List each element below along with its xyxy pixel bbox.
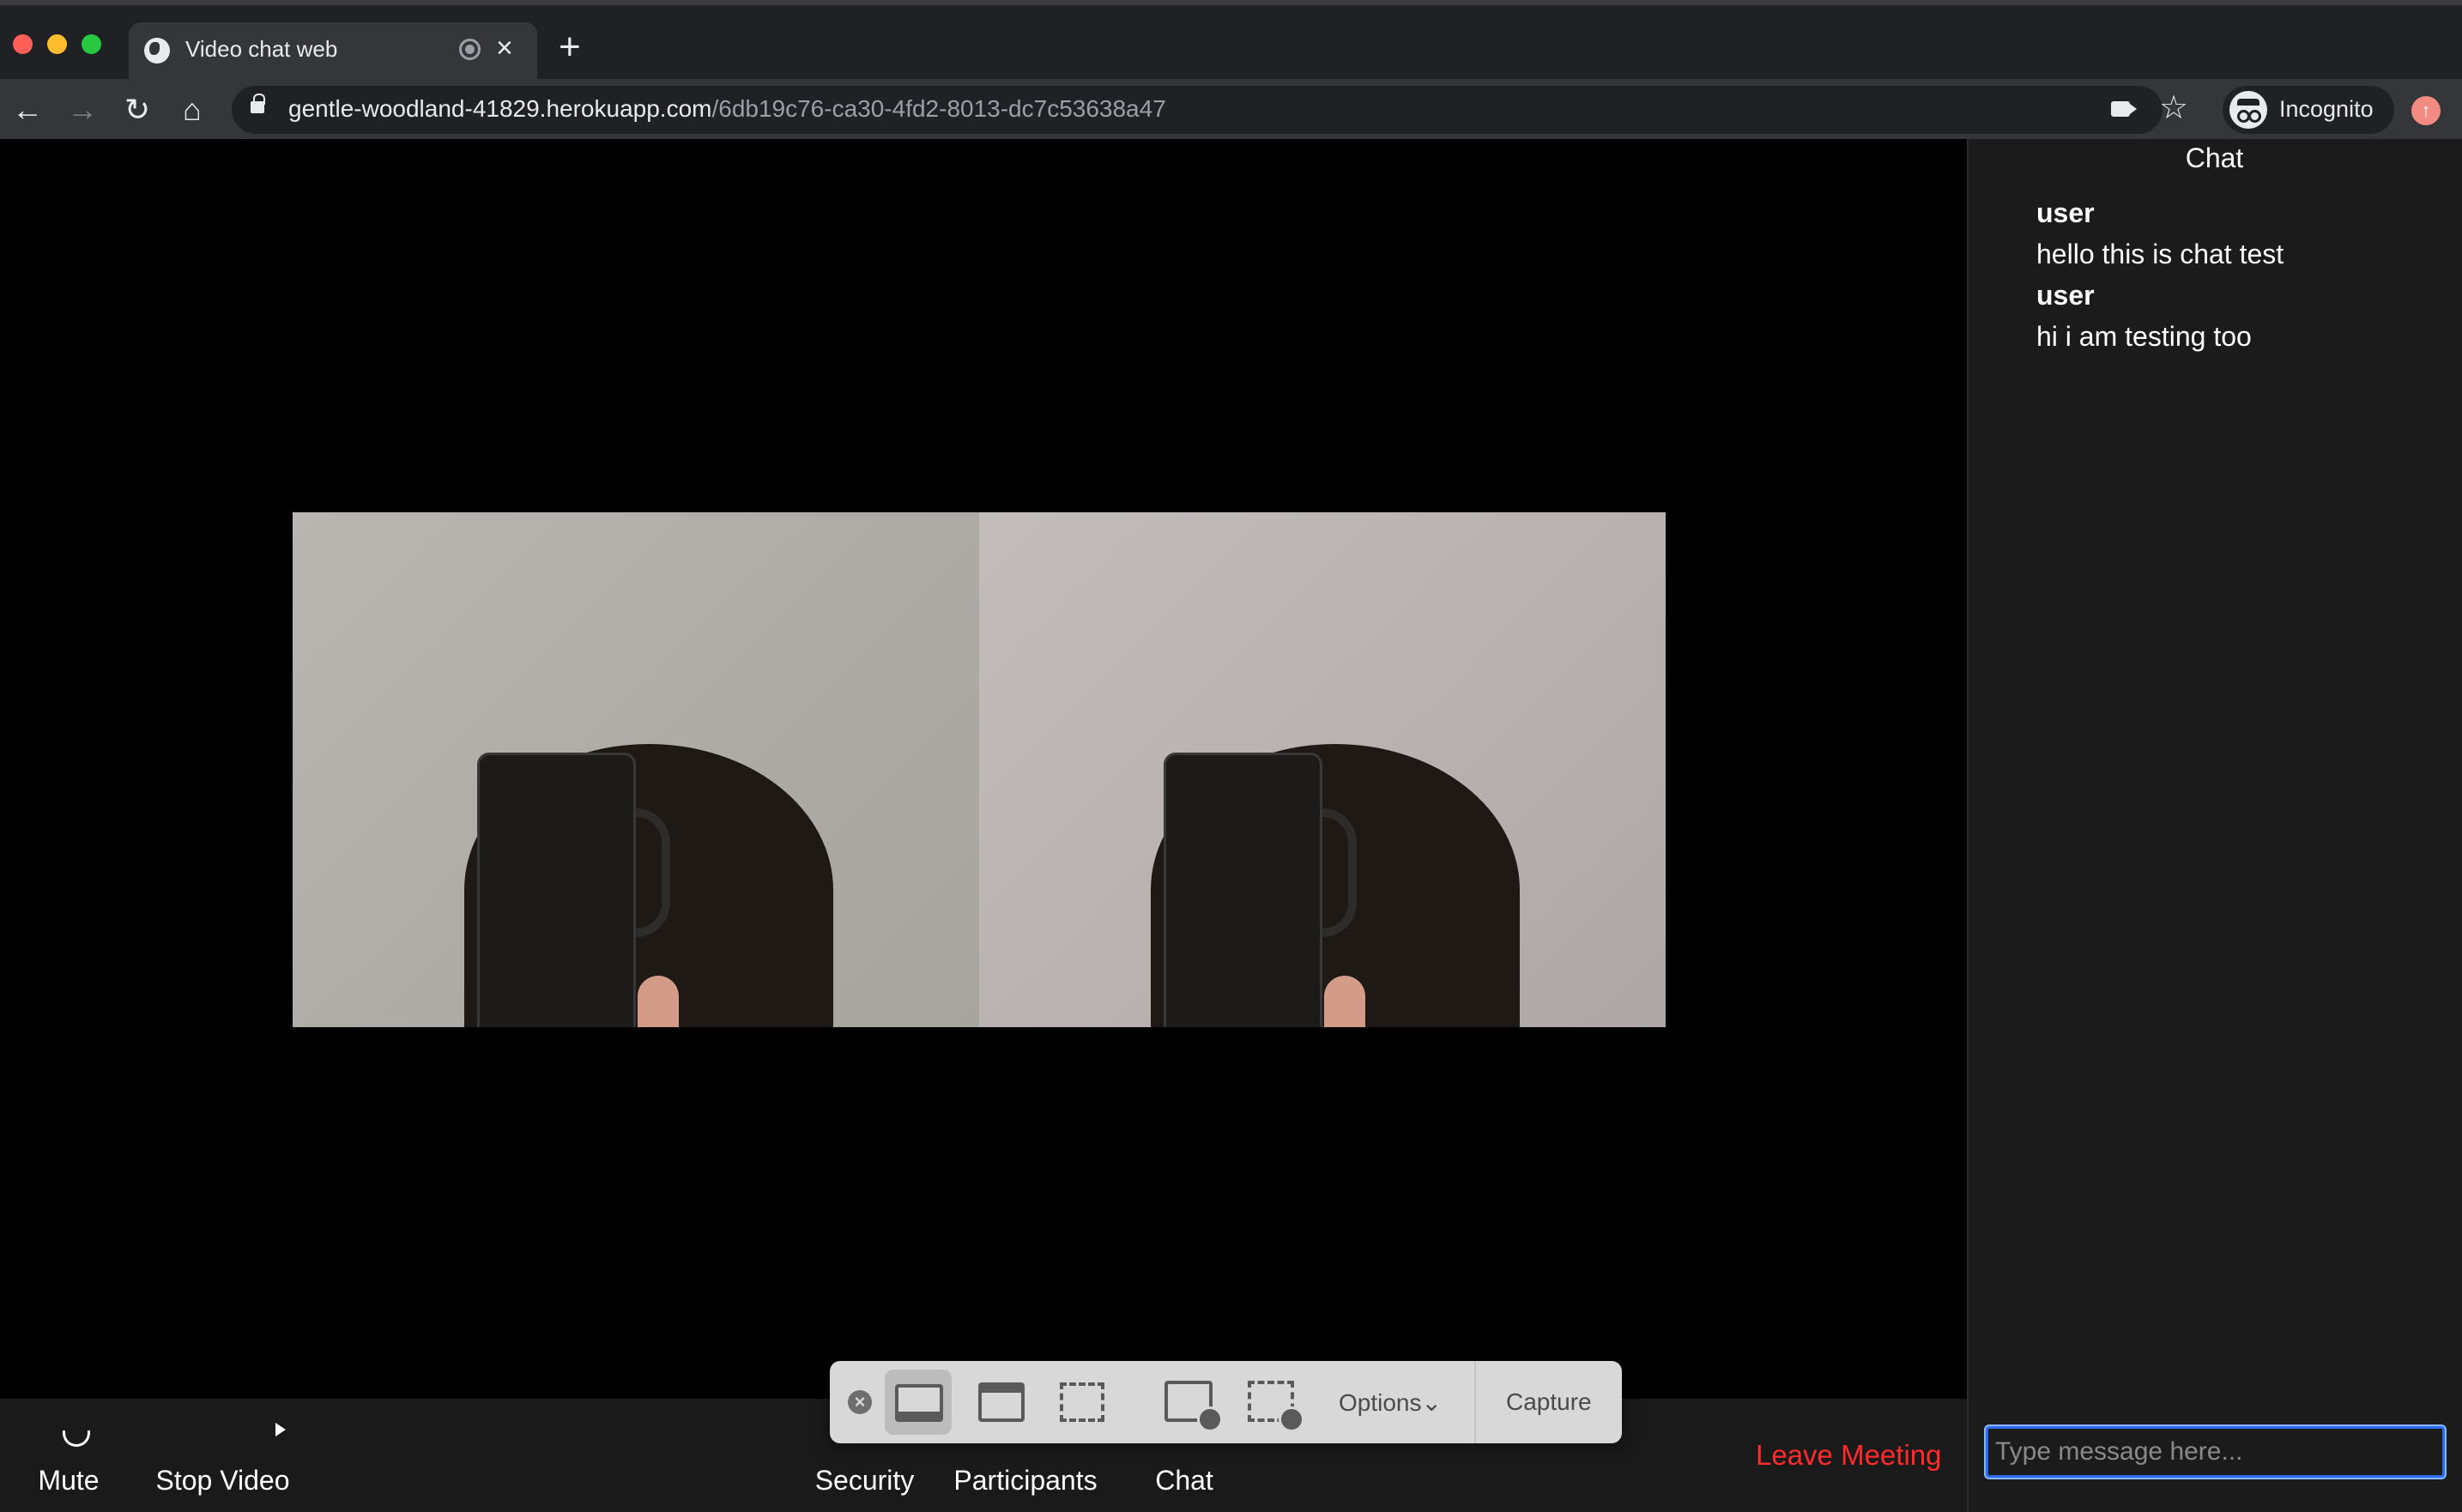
options-dropdown[interactable]: Options⌄ bbox=[1339, 1388, 1442, 1417]
chat-message-input[interactable] bbox=[1986, 1426, 2445, 1478]
incognito-icon bbox=[2229, 91, 2267, 129]
message-text: hi i am testing too bbox=[2036, 321, 2252, 352]
stop-video-button[interactable]: Stop Video bbox=[148, 1420, 298, 1497]
reload-icon[interactable]: ↻ bbox=[113, 86, 161, 134]
incognito-label: Incognito bbox=[2279, 96, 2374, 122]
update-icon[interactable]: ↑ bbox=[2411, 96, 2441, 125]
mute-label: Mute bbox=[38, 1465, 100, 1496]
entire-screen-icon bbox=[895, 1384, 943, 1422]
security-label: Security bbox=[814, 1465, 915, 1496]
window-close-button[interactable] bbox=[13, 34, 33, 54]
record-screen-icon bbox=[1164, 1381, 1223, 1432]
participant-phone bbox=[477, 753, 636, 1027]
recording-indicator-icon bbox=[459, 39, 481, 60]
video-tile-remote bbox=[979, 512, 1666, 1027]
lock-icon[interactable] bbox=[251, 94, 265, 113]
url-host: gentle-woodland-41829.herokuapp.com bbox=[288, 95, 712, 122]
back-icon[interactable]: ← bbox=[3, 86, 51, 134]
selection-region-icon bbox=[1060, 1382, 1104, 1422]
leave-meeting-button[interactable]: Leave Meeting bbox=[1756, 1439, 1941, 1472]
home-icon[interactable]: ⌂ bbox=[168, 86, 216, 134]
participant-headphones bbox=[636, 808, 670, 937]
window-zoom-button[interactable] bbox=[82, 34, 101, 54]
toolbar-divider bbox=[1474, 1361, 1476, 1443]
chat-title: Chat bbox=[2185, 142, 2244, 173]
camera-in-use-icon[interactable] bbox=[2111, 101, 2130, 117]
bookmark-star-icon[interactable]: ☆ bbox=[2159, 89, 2188, 127]
url-path: /6db19c76-ca30-4fd2-8013-dc7c53638a47 bbox=[711, 95, 1166, 122]
participant-phone bbox=[1164, 753, 1322, 1027]
chat-message: user hi i am testing too bbox=[2036, 275, 2448, 357]
new-tab-icon[interactable]: + bbox=[559, 27, 581, 67]
globe-favicon-icon bbox=[144, 38, 170, 64]
close-tab-icon[interactable]: × bbox=[496, 31, 513, 65]
close-icon[interactable]: × bbox=[848, 1390, 872, 1414]
tab-title: Video chat web bbox=[185, 36, 338, 62]
message-username: user bbox=[2036, 197, 2095, 228]
participant-headphones bbox=[1322, 808, 1357, 937]
window-icon bbox=[978, 1382, 1025, 1422]
participant-hand bbox=[638, 976, 679, 1027]
message-text: hello this is chat test bbox=[2036, 239, 2284, 269]
record-region-icon bbox=[1248, 1381, 1304, 1432]
message-username: user bbox=[2036, 280, 2095, 311]
chat-message: user hello this is chat test bbox=[2036, 192, 2448, 275]
participant-hand bbox=[1324, 976, 1365, 1027]
video-camera-icon bbox=[148, 1420, 298, 1455]
forward-icon[interactable]: → bbox=[58, 86, 106, 134]
stop-video-label: Stop Video bbox=[155, 1465, 290, 1496]
chat-message-list: user hello this is chat test user hi i a… bbox=[2036, 192, 2448, 357]
participants-label: Participants bbox=[953, 1465, 1098, 1496]
microphone-icon bbox=[26, 1420, 112, 1455]
chat-label: Chat bbox=[1155, 1465, 1213, 1496]
video-tile-local bbox=[293, 512, 979, 1027]
window-minimize-button[interactable] bbox=[47, 34, 67, 54]
window-top-edge bbox=[0, 0, 2462, 5]
mute-button[interactable]: Mute bbox=[26, 1420, 112, 1497]
url-text[interactable]: gentle-woodland-41829.herokuapp.com/6db1… bbox=[288, 95, 1166, 123]
capture-button[interactable]: Capture bbox=[1506, 1388, 1592, 1416]
